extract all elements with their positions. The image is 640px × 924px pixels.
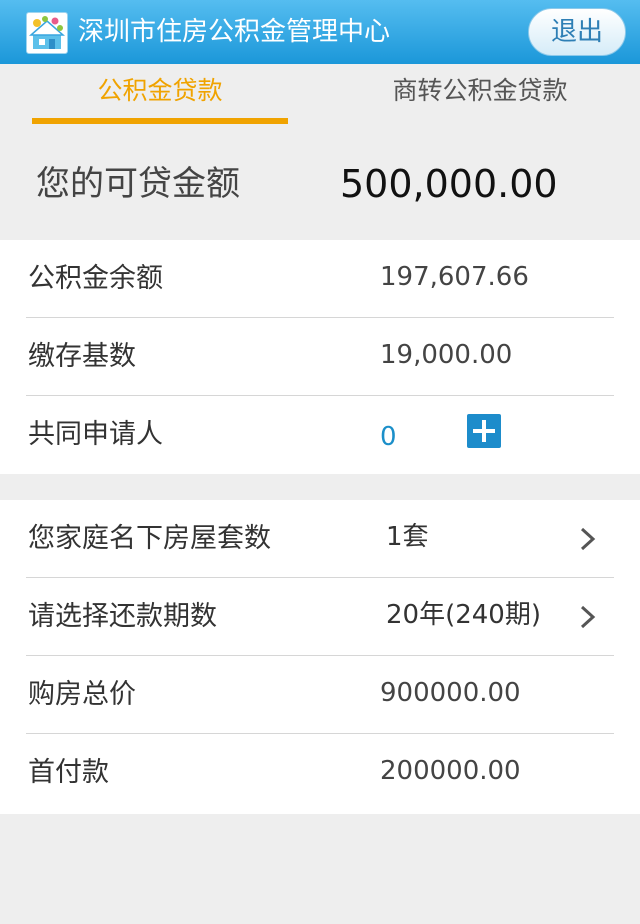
app-logo-icon (26, 12, 68, 54)
list-item-house-count[interactable]: 您家庭名下房屋套数 1套 (0, 500, 640, 578)
list-item-fund-balance: 公积金余额 197,607.66 (0, 240, 640, 318)
list-item-repayment-term[interactable]: 请选择还款期数 20年(240期) (0, 578, 640, 656)
app-title: 深圳市住房公积金管理中心 (78, 17, 391, 47)
repayment-term-value: 20年(240期) (386, 600, 541, 630)
plus-icon (473, 420, 495, 442)
logout-button[interactable]: 退出 (528, 8, 626, 56)
loanable-amount-label: 您的可贷金额 (36, 164, 240, 204)
loan-type-tabs: 公积金贷款 商转公积金贷款 (0, 64, 640, 126)
app-header: 深圳市住房公积金管理中心 退出 (0, 0, 640, 64)
down-payment-label: 首付款 (28, 757, 109, 788)
deposit-base-value: 19,000.00 (380, 340, 513, 370)
chevron-right-icon (580, 527, 596, 551)
list-item-deposit-base: 缴存基数 19,000.00 (0, 318, 640, 396)
tab-housing-fund-loan[interactable]: 公积金贷款 (32, 74, 288, 108)
list-item-total-price: 购房总价 900000.00 (0, 656, 640, 734)
loanable-amount-value: 500,000.00 (340, 162, 558, 206)
co-applicant-label: 共同申请人 (28, 419, 163, 450)
house-count-value: 1套 (386, 522, 429, 552)
fund-balance-label: 公积金余额 (28, 263, 163, 294)
account-info-card: 公积金余额 197,607.66 缴存基数 19,000.00 共同申请人 0 (0, 240, 640, 474)
house-count-label: 您家庭名下房屋套数 (28, 523, 271, 554)
list-item-co-applicant: 共同申请人 0 (0, 396, 640, 474)
down-payment-input[interactable]: 200000.00 (380, 752, 521, 790)
list-item-down-payment: 首付款 200000.00 (0, 734, 640, 812)
repayment-term-label: 请选择还款期数 (28, 601, 217, 632)
active-tab-indicator (32, 118, 288, 124)
add-co-applicant-button[interactable] (467, 414, 501, 448)
tab-commercial-to-fund-loan[interactable]: 商转公积金贷款 (348, 74, 612, 108)
total-price-label: 购房总价 (28, 679, 136, 710)
total-price-input[interactable]: 900000.00 (380, 674, 521, 712)
chevron-right-icon (580, 605, 596, 629)
deposit-base-label: 缴存基数 (28, 341, 136, 372)
loan-details-card: 您家庭名下房屋套数 1套 请选择还款期数 20年(240期) 购房总价 9000… (0, 500, 640, 814)
loanable-amount-section: 您的可贷金额 500,000.00 (0, 126, 640, 240)
co-applicant-count: 0 (380, 422, 397, 452)
fund-balance-value: 197,607.66 (380, 262, 529, 292)
